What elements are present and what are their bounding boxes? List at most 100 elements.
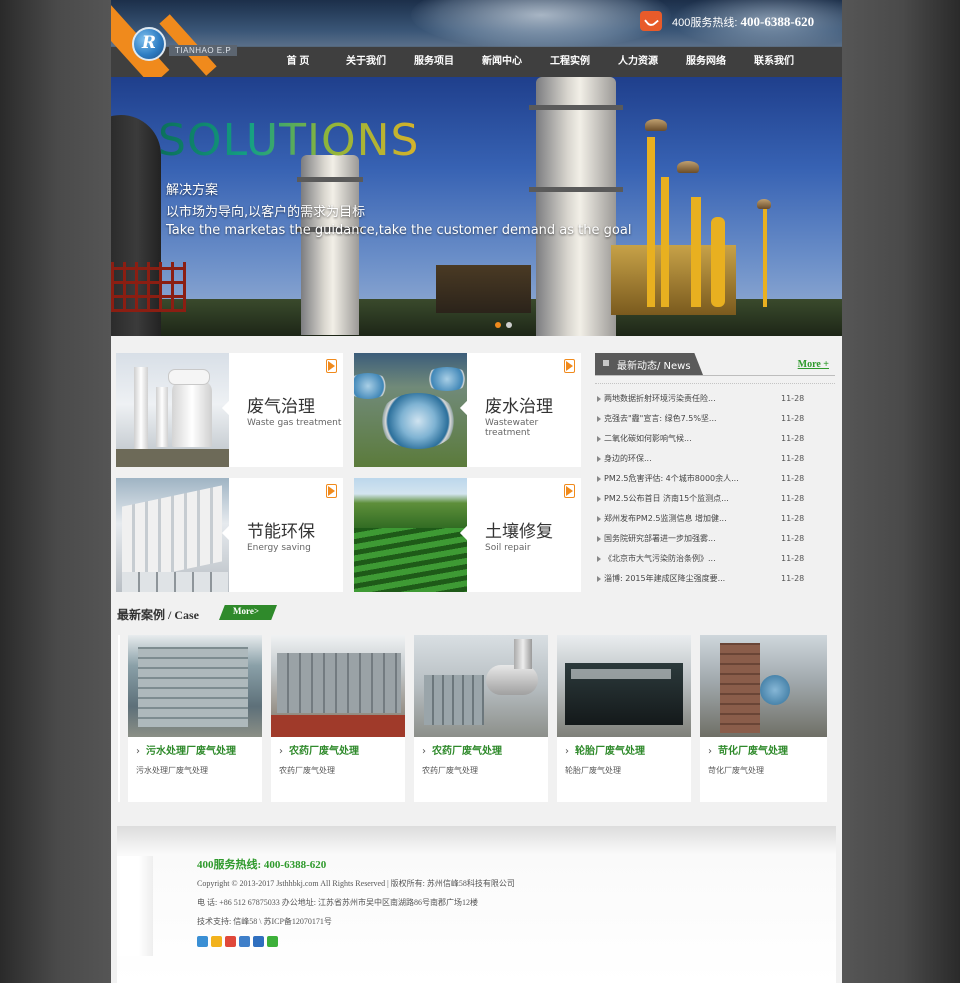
footer-hotline: 400服务热线: 400-6388-620 [197,859,327,871]
list-item[interactable]: 克强去"霾"宣言: 绿色7.5%坚... 11-28 [597,409,833,429]
news-title: 郑州发布PM2.5监测信息 增加健... [604,514,727,523]
case-card[interactable]: 污水处理厂废气处理 污水处理厂废气处理 [128,635,262,802]
hero-banner[interactable]: SOLUTIONS 解决方案 以市场为导向,以客户的需求为目标 Take the… [111,77,842,336]
case-desc: 农药厂废气处理 [422,766,478,775]
service-image [116,353,229,467]
banner-lamp [757,199,771,209]
footer-shade [117,856,153,956]
news-title: 国务院研究部署进一步加强雾... [604,534,716,543]
banner-chimney-2 [536,77,616,336]
list-item[interactable]: 国务院研究部署进一步加强雾... 11-28 [597,529,833,549]
banner-line-2: 以市场为导向,以客户的需求为目标 [166,205,366,220]
play-icon [326,359,337,373]
nav-about[interactable]: 关于我们 [332,47,400,77]
service-title: 土壤修复 [485,522,553,542]
case-card[interactable]: 农药厂废气处理 农药厂废气处理 [271,635,405,802]
img-part [271,715,405,737]
banner-dot-1[interactable] [495,322,501,328]
banner-pipe [647,137,655,307]
case-more-button[interactable]: More> [219,605,277,620]
service-subtitle: Soil repair [485,543,531,553]
list-item[interactable]: 两地数据折射环境污染责任险... 11-28 [597,389,833,409]
news-title: PM2.5公布首日 济南15个监测点... [604,494,729,503]
service-card-waste-gas[interactable]: 废气治理 Waste gas treatment [116,353,343,467]
divider [595,383,835,384]
img-part [760,675,790,705]
share-renren-icon[interactable] [253,936,264,947]
main-nav: 首 页 关于我们 服务项目 新闻中心 工程实例 人力资源 服务网络 联系我们 [264,47,808,77]
case-title: 苛化厂废气处理 [708,742,788,757]
list-item[interactable]: PM2.5危害评估: 4个城市8000余人... 11-28 [597,469,833,489]
news-title: 二氧化碳如何影响气候... [604,434,692,443]
nav-services[interactable]: 服务项目 [400,47,468,77]
service-image [116,478,229,592]
banner-chimney-1 [301,155,359,335]
img-part [116,449,229,467]
list-item[interactable]: 二氧化碳如何影响气候... 11-28 [597,429,833,449]
header-hotline: 400服务热线: 400-6388-620 [672,14,814,30]
news-date: 11-28 [781,474,805,483]
banner-chimney-ring [529,105,623,110]
nav-network[interactable]: 服务网络 [672,47,740,77]
news-more-link[interactable]: More + [798,359,829,370]
play-icon [326,484,337,498]
news-title: 身边的环保... [604,454,652,463]
footer-contact: 电 话: +86 512 67875033 办公地址: 江苏省苏州市吴中区南湖路… [197,898,478,907]
service-card-energy[interactable]: 节能环保 Energy saving [116,478,343,592]
logo-icon[interactable]: R [132,27,166,61]
news-date: 11-28 [781,394,805,403]
img-part [720,643,760,733]
list-item[interactable]: 身边的环保... 11-28 [597,449,833,469]
nav-projects[interactable]: 工程实例 [536,47,604,77]
banner-chimney-ring [297,177,363,182]
img-part [156,387,168,447]
page: R TIANHAO E.P 400服务热线: 400-6388-620 首 页 … [111,0,842,983]
service-image [354,353,470,467]
share-tencent-icon[interactable] [239,936,250,947]
share-qzone-icon[interactable] [211,936,222,947]
img-part [122,572,228,592]
nav-home[interactable]: 首 页 [264,47,332,77]
service-card-wastewater[interactable]: 废水治理 Wastewater treatment [354,353,581,467]
news-tab[interactable]: 最新动态/ News [595,353,703,375]
footer-copyright: Copyright © 2013-2017 Jsthhbkj.com All R… [197,879,515,888]
banner-pagination [495,322,512,328]
case-card[interactable]: 苛化厂废气处理 苛化厂废气处理 [700,635,827,802]
banner-pipe [763,207,767,307]
service-card-soil[interactable]: 土壤修复 Soil repair [354,478,581,592]
share-weibo-icon[interactable] [225,936,236,947]
service-subtitle: Waste gas treatment [247,418,342,428]
list-item[interactable]: 《北京市大气污染防治条例》... 11-28 [597,549,833,569]
list-item[interactable]: 郑州发布PM2.5监测信息 增加健... 11-28 [597,509,833,529]
img-part [571,669,671,679]
list-item[interactable]: 淄博: 2015年建成区降尘强度要... 11-28 [597,569,833,589]
news-title: 《北京市大气污染防治条例》... [604,554,716,563]
square-icon [603,360,609,366]
case-title: 轮胎厂废气处理 [565,742,645,757]
share-more-icon[interactable] [197,936,208,947]
case-card[interactable]: 农药厂废气处理 农药厂废气处理 [414,635,548,802]
img-part [354,528,467,592]
news-panel: 最新动态/ News More + 两地数据折射环境污染责任险... 11-28 … [595,353,837,591]
share-wechat-icon[interactable] [267,936,278,947]
share-bar [197,936,278,947]
banner-lamp [645,119,667,131]
list-item[interactable]: PM2.5公布首日 济南15个监测点... 11-28 [597,489,833,509]
news-date: 11-28 [781,534,805,543]
nav-news[interactable]: 新闻中心 [468,47,536,77]
case-more-label: More> [233,606,259,616]
banner-red-frame [111,262,186,312]
hotline-number: 400-6388-620 [740,14,815,29]
logo-text: TIANHAO E.P [169,45,238,56]
nav-contact[interactable]: 联系我们 [740,47,808,77]
nav-hr[interactable]: 人力资源 [604,47,672,77]
phone-icon [640,11,662,31]
case-card[interactable]: 轮胎厂废气处理 轮胎厂废气处理 [557,635,691,802]
play-icon [564,484,575,498]
img-part [122,485,222,583]
img-part [486,665,538,695]
hotline-label: 400服务热线: [672,17,738,29]
footer: 400服务热线: 400-6388-620 Copyright © 2013-2… [117,826,836,983]
banner-dot-2[interactable] [506,322,512,328]
news-date: 11-28 [781,414,805,423]
